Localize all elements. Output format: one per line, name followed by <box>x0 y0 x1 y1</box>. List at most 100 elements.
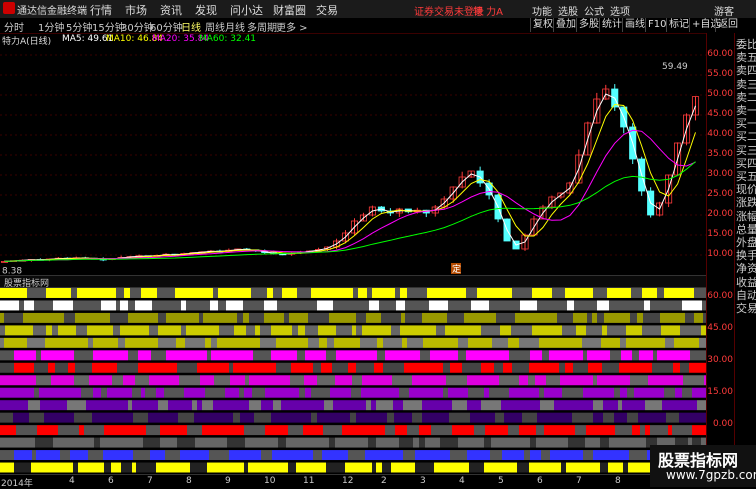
indicator-segment <box>541 450 550 461</box>
indicator-segment <box>412 412 422 423</box>
indicator-segment <box>33 325 46 336</box>
f10-button[interactable]: F10 <box>645 18 668 32</box>
indicator-segment <box>583 387 614 398</box>
site-watermark: 股票指标网 www.7gpzb.com <box>650 445 756 487</box>
indicator-segment <box>586 425 615 436</box>
indicator-segment <box>448 387 468 398</box>
indicator-segment <box>632 350 639 361</box>
draw-line-button[interactable]: 画线 <box>622 18 647 32</box>
indicator-segment <box>425 437 440 448</box>
indicator-segment <box>415 462 434 473</box>
indicator-segment <box>532 325 562 336</box>
menu-functions[interactable]: 功能 <box>532 3 552 18</box>
indicator-segment <box>305 325 318 336</box>
indicator-segment <box>326 350 336 361</box>
indicator-segment <box>192 400 197 411</box>
statistics-button[interactable]: 统计 <box>599 18 624 32</box>
indicator-segment <box>496 312 515 323</box>
date-axis-label: 12 <box>342 476 354 486</box>
indicator-segment <box>452 425 474 436</box>
tab-1min[interactable]: 1分钟 <box>38 19 64 34</box>
indicator-segment <box>600 437 609 448</box>
tab-intraday[interactable]: 分时 <box>4 19 24 34</box>
indicator-segment <box>620 387 627 398</box>
menu-quotes[interactable]: 行情 <box>90 2 112 18</box>
indicator-segment <box>559 362 565 373</box>
indicator-segment <box>519 337 539 348</box>
indicator-segment <box>230 375 245 386</box>
indicator-segment <box>94 437 100 448</box>
tab-daily[interactable]: 日线 <box>181 19 201 34</box>
indicator-segment <box>265 387 299 398</box>
indicator-segment <box>148 412 178 423</box>
indicator-segment <box>484 387 489 398</box>
indicator-segment <box>273 400 281 411</box>
indicator-segment <box>23 312 64 323</box>
indicator-segment <box>151 350 166 361</box>
multi-stock-button[interactable]: 多股 <box>576 18 601 32</box>
low-price-marker: 8.38 <box>2 266 22 275</box>
tab-15min[interactable]: 15分钟 <box>92 19 125 34</box>
indicator-segment <box>0 375 36 386</box>
indicator-segment <box>317 375 335 386</box>
indicator-segment <box>508 337 519 348</box>
menu-trade[interactable]: 交易 <box>316 2 338 18</box>
indicator-segment <box>0 450 14 461</box>
menu-ask[interactable]: 问小达 <box>230 2 263 18</box>
indicator-segment <box>407 337 423 348</box>
indicator-segment <box>261 400 273 411</box>
menu-stock-picker[interactable]: 选股 <box>558 3 578 18</box>
indicator-segment <box>93 337 118 348</box>
date-axis-label: 6 <box>537 476 543 486</box>
indicator-segment <box>121 462 132 473</box>
indicator-segment <box>345 462 372 473</box>
indicator-segment <box>391 325 400 336</box>
menu-formula[interactable]: 公式 <box>584 3 604 18</box>
tab-60min[interactable]: 60分钟 <box>150 19 183 34</box>
adjust-button[interactable]: 复权 <box>530 18 555 32</box>
indicator-segment <box>70 450 88 461</box>
indicator-segment <box>544 425 575 436</box>
menu-guest[interactable]: 游客 <box>714 3 734 18</box>
indicator-segment <box>407 288 427 298</box>
indicator-segment <box>484 462 517 473</box>
mark-button[interactable]: 标记 <box>666 18 691 32</box>
price-chart[interactable]: 59.49 8.38 定 <box>0 47 706 275</box>
indicator-segment <box>350 412 356 423</box>
menu-market[interactable]: 市场 <box>125 2 147 18</box>
back-button[interactable]: 返回 <box>715 18 740 32</box>
indicator-segment <box>299 387 305 398</box>
menu-wealth[interactable]: 财富圈 <box>273 2 306 18</box>
tab-multi-period[interactable]: 多周期 <box>247 19 277 34</box>
indicator-segment <box>178 412 194 423</box>
tab-more[interactable]: 更多 > <box>276 19 308 34</box>
indicator-segment <box>249 400 261 411</box>
indicator-segment <box>74 375 89 386</box>
indicator-segment <box>446 375 467 386</box>
tab-30min[interactable]: 30分钟 <box>121 19 154 34</box>
indicator-chart[interactable] <box>0 287 706 474</box>
indicator-segment <box>202 400 213 411</box>
indicator-segment <box>104 425 146 436</box>
tab-5min[interactable]: 5分钟 <box>66 19 92 34</box>
tab-monthly[interactable]: 月线 <box>225 19 245 34</box>
indicator-segment <box>627 412 638 423</box>
indicator-segment <box>434 462 469 473</box>
menu-options[interactable]: 选项 <box>610 3 630 18</box>
indicator-segment <box>323 425 342 436</box>
indicator-segment <box>92 412 133 423</box>
menu-discover[interactable]: 发现 <box>195 2 217 18</box>
indicator-segment <box>4 337 27 348</box>
overlay-button[interactable]: 叠加 <box>553 18 578 32</box>
indicator-segment <box>403 400 422 411</box>
indicator-segment <box>572 412 593 423</box>
indicator-segment <box>648 375 683 386</box>
indicator-segment <box>195 437 227 448</box>
indicator-segment <box>246 325 255 336</box>
menu-news[interactable]: 资讯 <box>160 2 182 18</box>
indicator-segment <box>186 300 210 311</box>
indicator-segment <box>348 450 365 461</box>
side-panel-item[interactable]: 交易 <box>736 300 756 316</box>
tab-weekly[interactable]: 周线 <box>205 19 225 34</box>
indicator-segment <box>665 337 674 348</box>
